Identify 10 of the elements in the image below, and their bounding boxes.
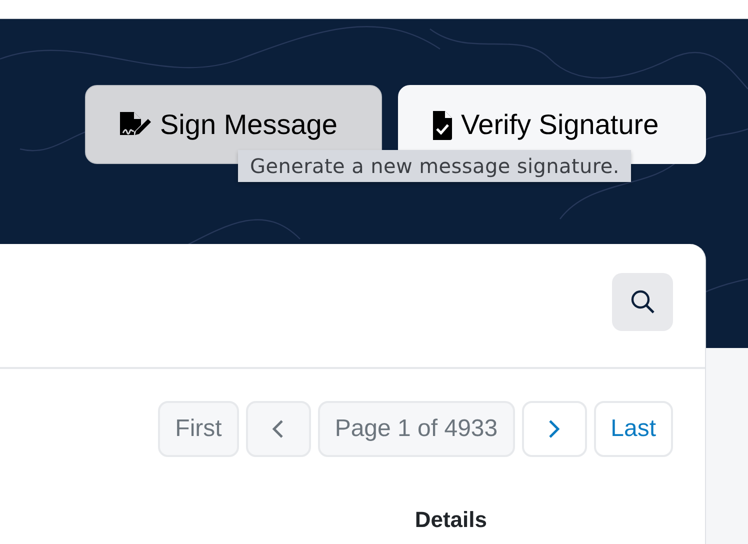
- chevron-right-icon: [548, 419, 560, 439]
- search-button[interactable]: [612, 272, 673, 330]
- tooltip: Generate a new message signature.: [238, 150, 632, 182]
- column-header: Details: [414, 507, 487, 533]
- page-button[interactable]: Last: [594, 401, 673, 457]
- checked-document-icon: [431, 110, 453, 140]
- page-indicator: Page 1 of 4933: [318, 401, 515, 457]
- next-page-button[interactable]: [522, 401, 587, 457]
- chevron-left-icon: [272, 419, 284, 439]
- search-icon: [630, 288, 656, 314]
